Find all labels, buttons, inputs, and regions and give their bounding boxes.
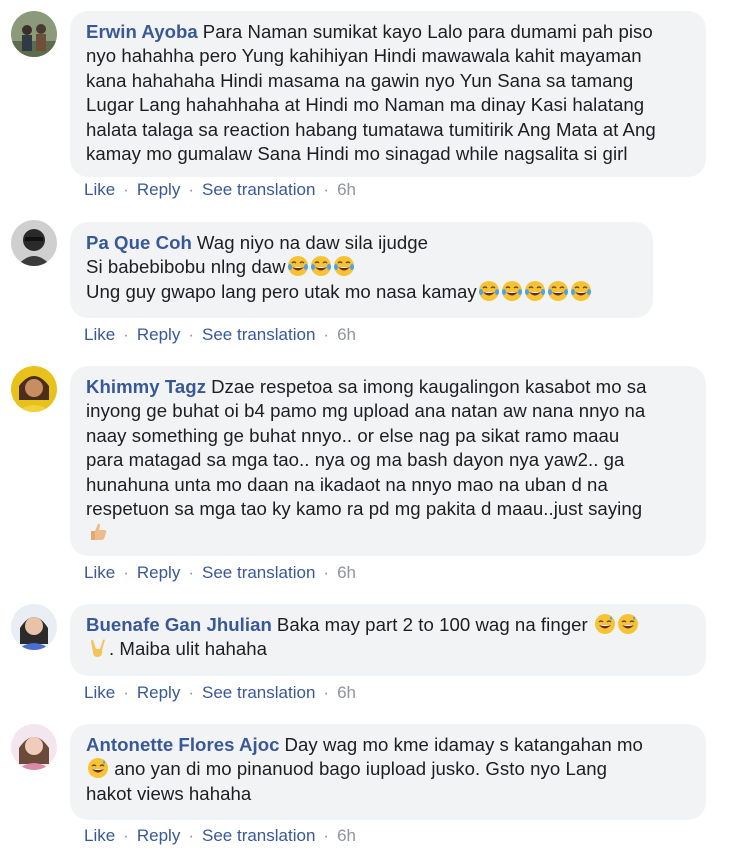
- comment-actions: Like · Reply · See translation · 6h: [84, 180, 356, 200]
- reply-link[interactable]: Reply: [137, 563, 180, 583]
- see-translation-link[interactable]: See translation: [202, 683, 315, 703]
- comment-bubble: Antonette Flores Ajoc Day wag mo kme idam…: [70, 724, 706, 820]
- see-translation-link[interactable]: See translation: [202, 563, 315, 583]
- separator-dot: ·: [123, 563, 129, 582]
- dark-photo-avatar-icon[interactable]: [11, 220, 57, 266]
- separator-dot: ·: [323, 325, 330, 344]
- tears-of-joy-emoji-icon: [478, 280, 500, 302]
- comment-bubble: Erwin Ayoba Para Naman sumikat kayo Lalo …: [70, 11, 706, 177]
- separator-dot: ·: [123, 826, 129, 845]
- like-link[interactable]: Like: [84, 563, 115, 583]
- separator-dot: ·: [123, 180, 129, 199]
- author-name[interactable]: Erwin Ayoba: [86, 21, 198, 42]
- like-link[interactable]: Like: [84, 826, 115, 846]
- separator-dot: ·: [188, 180, 194, 199]
- victory-hand-emoji-icon: [87, 637, 109, 659]
- tears-of-joy-emoji-icon: [333, 255, 355, 277]
- tears-of-joy-emoji-icon: [547, 280, 569, 302]
- tears-of-joy-emoji-icon: [501, 280, 523, 302]
- timestamp[interactable]: 6h: [337, 826, 356, 846]
- separator-dot: ·: [323, 826, 330, 845]
- see-translation-link[interactable]: See translation: [202, 826, 315, 846]
- grinning-sweat-emoji-icon: [617, 613, 639, 635]
- author-name[interactable]: Pa Que Coh: [86, 232, 192, 253]
- separator-dot: ·: [123, 325, 129, 344]
- comment-bubble: Buenafe Gan Jhulian Baka may part 2 to 10…: [70, 604, 706, 676]
- separator-dot: ·: [123, 683, 129, 702]
- author-name[interactable]: Khimmy Tagz: [86, 376, 206, 397]
- tears-of-joy-emoji-icon: [287, 255, 309, 277]
- grinning-sweat-emoji-icon: [594, 613, 616, 635]
- timestamp[interactable]: 6h: [337, 563, 356, 583]
- like-link[interactable]: Like: [84, 325, 115, 345]
- comment-actions: Like · Reply · See translation · 6h: [84, 563, 356, 583]
- comment-text: Para Naman sumikat kayo Lalo para dumami…: [86, 21, 656, 165]
- timestamp[interactable]: 6h: [337, 683, 356, 703]
- separator-dot: ·: [323, 563, 330, 582]
- see-translation-link[interactable]: See translation: [202, 325, 315, 345]
- comment-bubble: Pa Que Coh Wag niyo na daw sila ijudge Si…: [70, 222, 653, 318]
- separator-dot: ·: [188, 826, 194, 845]
- reply-link[interactable]: Reply: [137, 683, 180, 703]
- woman-blue-avatar-icon[interactable]: [11, 604, 57, 650]
- author-name[interactable]: Antonette Flores Ajoc: [86, 734, 280, 755]
- tears-of-joy-emoji-icon: [310, 255, 332, 277]
- woman-pink-avatar-icon[interactable]: [11, 724, 57, 770]
- comment-bubble: Khimmy Tagz Dzae respetoa sa imong kaugal…: [70, 366, 706, 556]
- thumbs-up-emoji-icon: [87, 521, 109, 543]
- comment-actions: Like · Reply · See translation · 6h: [84, 325, 356, 345]
- comment-actions: Like · Reply · See translation · 6h: [84, 826, 356, 846]
- see-translation-link[interactable]: See translation: [202, 180, 315, 200]
- separator-dot: ·: [188, 563, 194, 582]
- timestamp[interactable]: 6h: [337, 180, 356, 200]
- reply-link[interactable]: Reply: [137, 325, 180, 345]
- tears-of-joy-emoji-icon: [524, 280, 546, 302]
- timestamp[interactable]: 6h: [337, 325, 356, 345]
- reply-link[interactable]: Reply: [137, 826, 180, 846]
- separator-dot: ·: [188, 325, 194, 344]
- separator-dot: ·: [323, 180, 330, 199]
- like-link[interactable]: Like: [84, 180, 115, 200]
- grinning-sweat-emoji-icon: [87, 757, 109, 779]
- tears-of-joy-emoji-icon: [570, 280, 592, 302]
- like-link[interactable]: Like: [84, 683, 115, 703]
- comment-text: Dzae respetoa sa imong kaugalingon kasab…: [86, 376, 647, 543]
- reply-link[interactable]: Reply: [137, 180, 180, 200]
- comment-actions: Like · Reply · See translation · 6h: [84, 683, 356, 703]
- group-photo-avatar-icon[interactable]: [11, 11, 57, 57]
- woman-yellow-avatar-icon[interactable]: [11, 366, 57, 412]
- separator-dot: ·: [323, 683, 330, 702]
- author-name[interactable]: Buenafe Gan Jhulian: [86, 614, 272, 635]
- separator-dot: ·: [188, 683, 194, 702]
